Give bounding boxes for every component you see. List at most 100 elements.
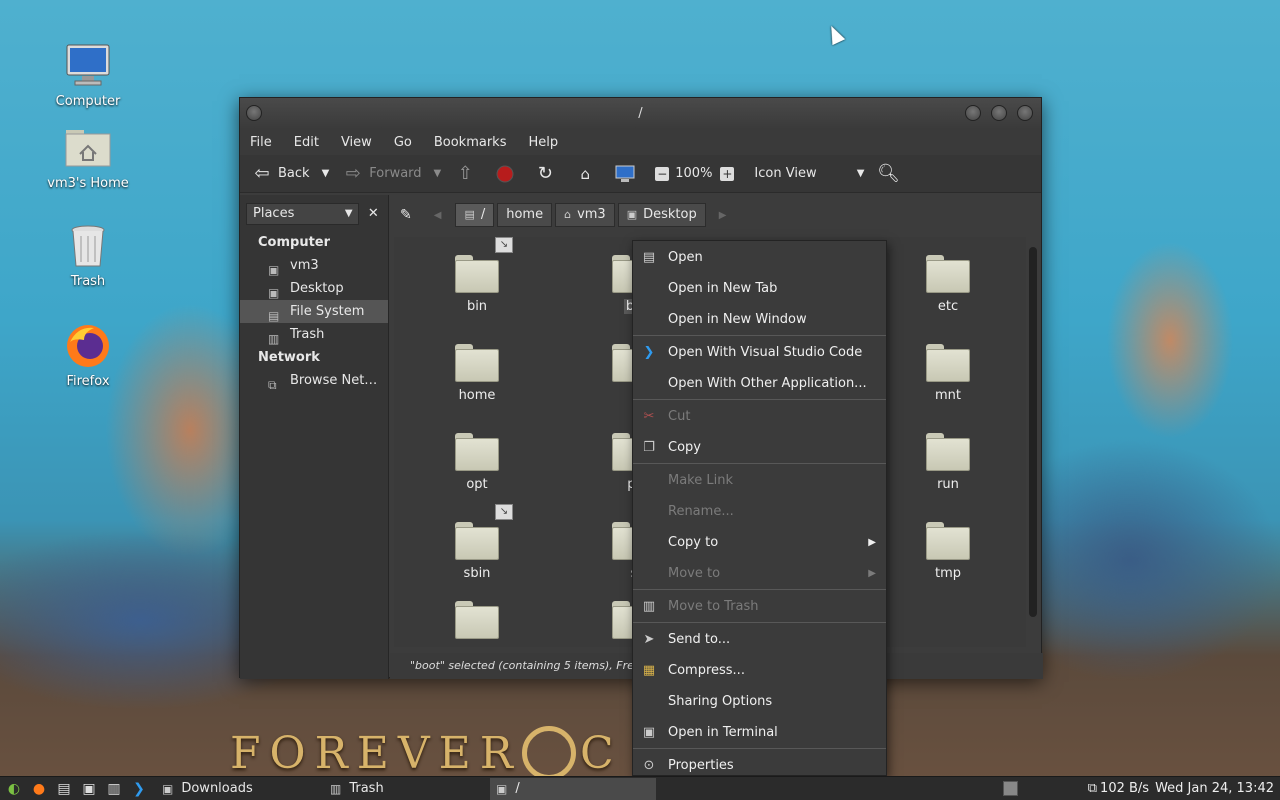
computer-button[interactable] — [615, 164, 641, 184]
file-item[interactable] — [427, 601, 527, 645]
file-item[interactable]: run — [898, 433, 998, 492]
sidebar-item-vm3[interactable]: ▣ vm3 — [240, 254, 388, 277]
drive-icon: ▤ — [464, 208, 475, 221]
firefox-icon[interactable]: ● — [28, 778, 50, 800]
maximize-button[interactable] — [991, 105, 1007, 121]
clock[interactable]: Wed Jan 24, 13:42 — [1155, 777, 1274, 800]
system-tray: ⧉ 102 B/s Wed Jan 24, 13:42 — [1088, 777, 1274, 800]
context-menu-item-open-in-new-window[interactable]: Open in New Window — [633, 304, 886, 335]
menu-bookmarks[interactable]: Bookmarks — [434, 135, 507, 150]
breadcrumb-vm3[interactable]: ⌂ vm3 — [555, 203, 615, 227]
edit-location-icon[interactable]: ✎ — [400, 207, 412, 223]
task-root[interactable]: ▣ / — [490, 777, 656, 800]
scissors-icon: ✂ — [643, 409, 655, 424]
back-button[interactable]: ⇦ Back ▼ — [252, 163, 330, 184]
arrow-up-icon: ⇧ — [457, 163, 473, 184]
network-icon[interactable]: ⧉ — [1088, 777, 1097, 800]
sidebar-item-desktop[interactable]: ▣ Desktop — [240, 277, 388, 300]
zoom-out-icon[interactable]: − — [655, 166, 670, 181]
context-menu-item-open[interactable]: ▤ Open — [633, 242, 886, 273]
sidebar-item-browse-network[interactable]: ⧉ Browse Net… — [240, 369, 388, 392]
vscode-icon: ❯ — [643, 345, 655, 360]
task-trash[interactable]: ▥ Trash — [324, 778, 490, 800]
context-menu-item-open-in-new-tab[interactable]: Open in New Tab — [633, 273, 886, 304]
start-menu-icon[interactable]: ◐ — [3, 778, 25, 800]
context-menu-item-move-to[interactable]: Move to ▶ — [633, 558, 886, 589]
zoom-in-icon[interactable]: + — [720, 166, 735, 181]
home-icon: ⌂ — [580, 164, 591, 183]
sidebar-item-file-system[interactable]: ▤ File System — [240, 300, 388, 323]
sidebar-item-trash[interactable]: ▥ Trash — [240, 323, 388, 346]
up-button[interactable]: ⇧ — [455, 163, 481, 184]
search-button[interactable]: 🔍︎ — [877, 163, 904, 184]
vscode-icon[interactable]: ❯ — [128, 778, 150, 800]
context-menu-item-sharing-options[interactable]: Sharing Options — [633, 686, 886, 717]
file-manager-icon[interactable]: ▤ — [53, 778, 75, 800]
scrollbar-thumb[interactable] — [1029, 247, 1037, 617]
context-menu-item-rename[interactable]: Rename... — [633, 496, 886, 527]
menu-edit[interactable]: Edit — [294, 135, 319, 150]
task-downloads[interactable]: ▣ Downloads — [156, 778, 324, 800]
minimize-button[interactable] — [965, 105, 981, 121]
breadcrumb-home[interactable]: home — [497, 203, 553, 227]
home-button[interactable]: ⌂ — [575, 164, 601, 184]
context-menu-item-copy-to[interactable]: Copy to ▶ — [633, 527, 886, 558]
menu-view[interactable]: View — [341, 135, 372, 150]
file-item[interactable]: ↘ bin — [427, 237, 527, 314]
path-scroll-right-icon[interactable]: ▶ — [719, 210, 727, 221]
desktop-icon-home[interactable]: vm3's Home — [38, 124, 138, 191]
desktop-icon-firefox[interactable]: Firefox — [38, 322, 138, 389]
path-scroll-left-icon[interactable]: ◀ — [434, 210, 442, 221]
window-menu-button[interactable] — [246, 105, 262, 121]
menu-help[interactable]: Help — [528, 135, 558, 150]
close-icon[interactable]: ✕ — [365, 204, 382, 224]
context-menu-item-cut[interactable]: ✂ Cut — [633, 401, 886, 432]
context-menu-label: Copy to — [668, 535, 719, 550]
task-manager-icon[interactable]: ▥ — [103, 778, 125, 800]
stop-button[interactable] — [495, 164, 521, 184]
context-menu-item-move-to-trash[interactable]: ▥ Move to Trash — [633, 591, 886, 622]
reload-button[interactable]: ↻ — [535, 163, 561, 184]
folder-icon — [455, 433, 499, 471]
desktop-icon-trash[interactable]: Trash — [38, 222, 138, 289]
close-button[interactable] — [1017, 105, 1033, 121]
context-menu-item-send-to[interactable]: ➤ Send to... — [633, 624, 886, 655]
context-menu-item-make-link[interactable]: Make Link — [633, 465, 886, 496]
menu-file[interactable]: File — [250, 135, 272, 150]
folder-icon: ▣ — [626, 208, 638, 221]
arrow-left-icon: ⇦ — [254, 163, 270, 184]
file-item[interactable]: etc — [898, 255, 998, 314]
context-menu-label: Open in New Tab — [668, 281, 778, 296]
file-item[interactable]: opt — [427, 433, 527, 492]
file-item[interactable]: home — [427, 344, 527, 403]
file-item[interactable]: mnt — [898, 344, 998, 403]
show-desktop-button[interactable] — [1003, 781, 1018, 796]
forward-button[interactable]: ⇨ Forward ▼ — [343, 163, 442, 184]
menu-separator — [633, 399, 886, 400]
file-item[interactable]: tmp — [898, 522, 998, 581]
symlink-icon: ↘ — [495, 237, 513, 253]
context-menu-label: Compress... — [668, 663, 745, 678]
context-menu-item-open-with-visual-studio-code[interactable]: ❯ Open With Visual Studio Code — [633, 337, 886, 368]
desktop-icon-label: Firefox — [66, 374, 110, 389]
breadcrumb-desktop[interactable]: ▣ Desktop — [617, 203, 706, 227]
sidebar-selector[interactable]: Places — [246, 203, 359, 225]
chevron-down-icon[interactable]: ▼ — [322, 168, 330, 179]
breadcrumb-root[interactable]: ▤ / — [455, 203, 495, 227]
context-menu-label: Open With Visual Studio Code — [668, 345, 863, 360]
open-icon: ▤ — [642, 250, 656, 265]
view-mode-select[interactable]: Icon View ▼ — [754, 166, 864, 181]
desktop-icon-computer[interactable]: Computer — [38, 42, 138, 109]
context-menu-label: Make Link — [668, 473, 733, 488]
chevron-down-icon[interactable]: ▼ — [434, 168, 442, 179]
terminal-icon[interactable]: ▣ — [78, 778, 100, 800]
context-menu-item-open-in-terminal[interactable]: ▣ Open in Terminal — [633, 717, 886, 748]
vertical-scrollbar[interactable] — [1027, 237, 1039, 653]
context-menu-item-copy[interactable]: ❐ Copy — [633, 432, 886, 463]
window-titlebar[interactable]: / — [240, 98, 1041, 129]
file-item[interactable]: ↘ sbin — [427, 504, 527, 581]
context-menu-item-open-with-other-application[interactable]: Open With Other Application... — [633, 368, 886, 399]
menu-go[interactable]: Go — [394, 135, 412, 150]
zoom-control: − 100% + — [655, 166, 740, 181]
context-menu-item-compress[interactable]: ▦ Compress... — [633, 655, 886, 686]
